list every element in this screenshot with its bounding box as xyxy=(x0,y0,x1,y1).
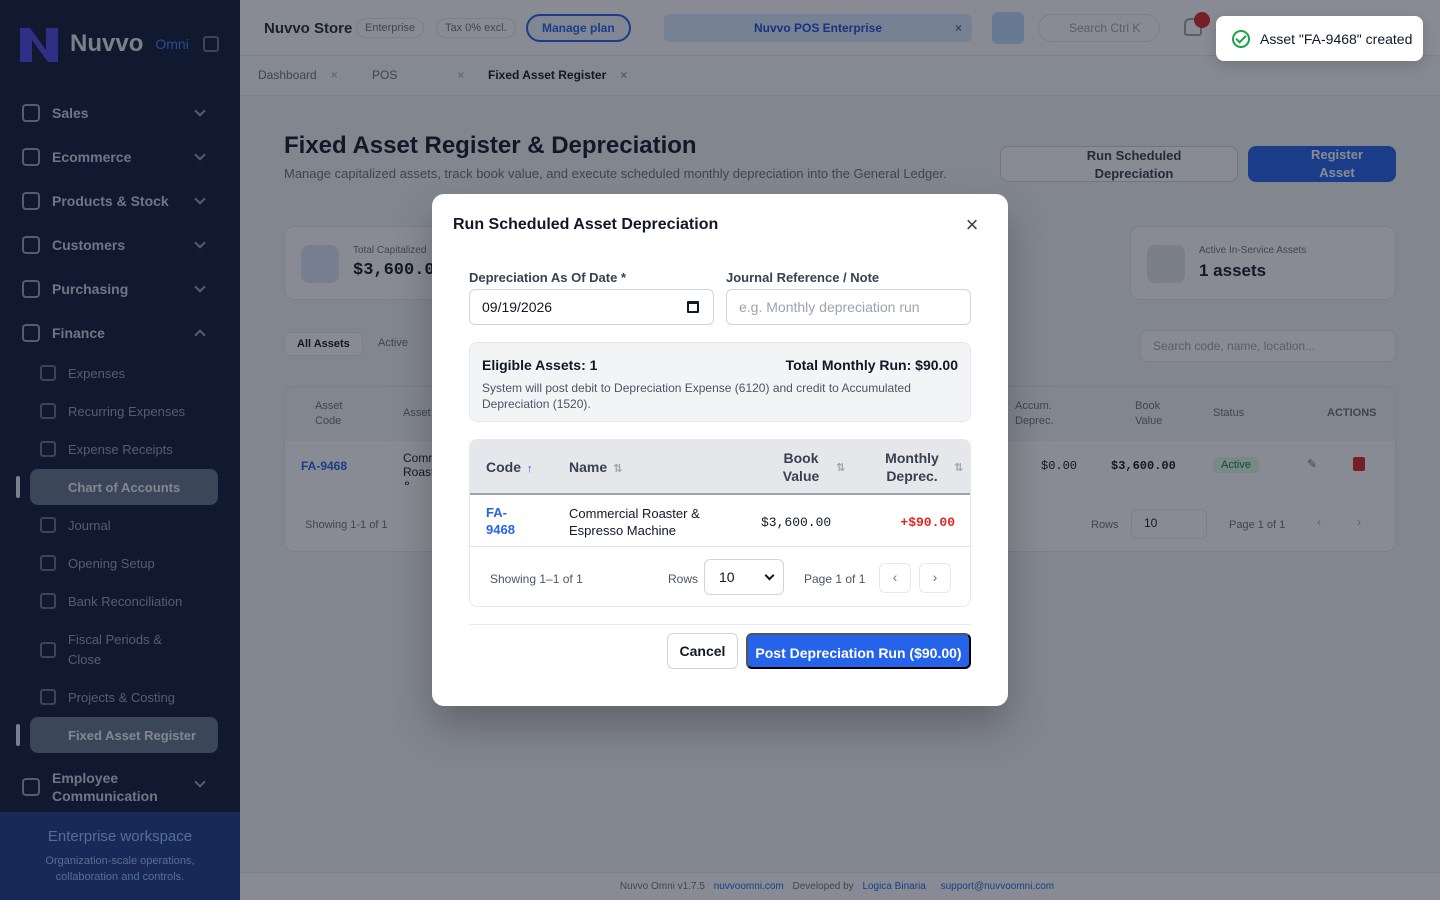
calendar-icon[interactable] xyxy=(687,301,699,313)
table-header: Code ↑ Name ⇅ Book Value ⇅ Monthly Deprec. ⇅ xyxy=(470,440,970,495)
col-book-label: Book Value xyxy=(782,450,820,484)
chevron-right-icon: › xyxy=(932,569,938,585)
arrow-up-icon: ↑ xyxy=(527,463,533,475)
post-depreciation-button[interactable]: Post Depreciation Run ($90.00) xyxy=(746,633,971,669)
col-book-value[interactable]: Book Value ⇅ xyxy=(770,449,846,485)
rows-select-value: 10 xyxy=(719,569,735,585)
eligible-assets: Eligible Assets: 1 xyxy=(482,357,598,373)
sort-icon: ⇅ xyxy=(613,463,623,475)
modal-divider xyxy=(469,624,971,625)
pagination: Showing 1–1 of 1 Rows 10 Page 1 of 1 ‹ › xyxy=(470,548,970,606)
col-monthly-label: Monthly Deprec. xyxy=(885,450,939,484)
toast-message: Asset "FA-9468" created xyxy=(1260,30,1413,47)
eligible-assets-table: Code ↑ Name ⇅ Book Value ⇅ Monthly Deprec. ⇅… xyxy=(469,439,971,607)
sort-icon: ⇅ xyxy=(836,462,846,474)
monthly-deprec-value: +$90.00 xyxy=(900,515,955,530)
book-value: $3,600.00 xyxy=(761,515,832,530)
success-toast: Asset "FA-9468" created xyxy=(1216,16,1423,61)
sort-icon: ⇅ xyxy=(954,462,964,474)
depreciation-date-input[interactable]: 09/19/2026 xyxy=(469,289,714,325)
check-circle-icon xyxy=(1232,29,1250,48)
prev-page-button[interactable]: ‹ xyxy=(879,563,911,593)
asset-code-link[interactable]: FA-9468 xyxy=(486,504,526,538)
showing-count: Showing 1–1 of 1 xyxy=(490,572,583,586)
next-page-button[interactable]: › xyxy=(919,563,951,593)
close-icon[interactable]: × xyxy=(962,214,982,236)
date-value: 09/19/2026 xyxy=(482,299,553,315)
chevron-left-icon: ‹ xyxy=(892,569,898,585)
rows-select[interactable]: 10 xyxy=(704,559,784,595)
modal-title: Run Scheduled Asset Depreciation xyxy=(453,216,719,233)
chevron-down-icon xyxy=(764,570,775,581)
depreciation-modal: Run Scheduled Asset Depreciation × Depre… xyxy=(432,194,1008,706)
asset-name: Commercial Roaster & Espresso Machine xyxy=(569,506,700,538)
table-row[interactable]: FA-9468 Commercial Roaster & Espresso Ma… xyxy=(470,497,970,547)
page-info: Page 1 of 1 xyxy=(804,572,866,586)
col-name-label: Name xyxy=(569,459,608,475)
date-label: Depreciation As Of Date * xyxy=(469,270,627,285)
run-summary: Eligible Assets: 1 Total Monthly Run: $9… xyxy=(469,342,971,422)
rows-label: Rows xyxy=(668,572,699,586)
col-code-label: Code xyxy=(486,459,521,475)
journal-reference-input[interactable]: e.g. Monthly depreciation run xyxy=(726,289,971,325)
col-name[interactable]: Name ⇅ xyxy=(569,458,622,478)
col-monthly-deprec[interactable]: Monthly Deprec. ⇅ xyxy=(882,449,963,485)
cancel-button[interactable]: Cancel xyxy=(667,633,738,669)
posting-note: System will post debit to Depreciation E… xyxy=(482,381,911,411)
total-monthly-run: Total Monthly Run: $90.00 xyxy=(785,357,958,373)
reference-label: Journal Reference / Note xyxy=(726,270,880,285)
col-code[interactable]: Code ↑ xyxy=(486,458,533,478)
